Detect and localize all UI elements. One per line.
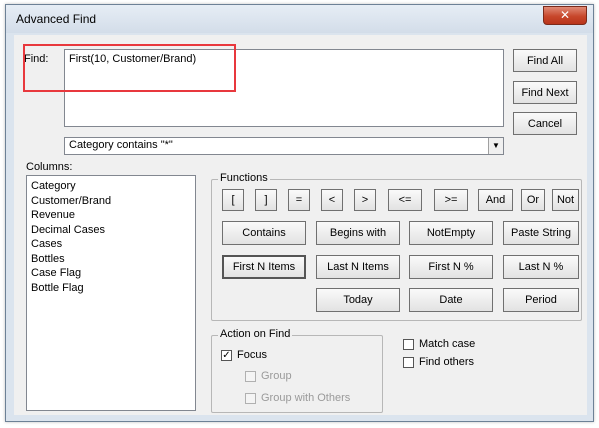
focus-checkbox[interactable]: ✓ [221,350,232,361]
period-button[interactable]: Period [503,288,579,312]
function-button-and[interactable]: And [478,189,513,211]
group-checkbox [245,371,256,382]
function-button-not[interactable]: Not [552,189,579,211]
list-item[interactable]: Revenue [31,208,191,223]
first-n-percent-button[interactable]: First N % [409,255,493,279]
begins-with-button[interactable]: Begins with [316,221,400,245]
group-label: Group [261,370,292,382]
contains-button[interactable]: Contains [222,221,306,245]
columns-label: Columns: [26,161,73,173]
group-with-others-label: Group with Others [261,392,351,404]
list-item[interactable]: Case Flag [31,266,191,281]
columns-list[interactable]: Category Customer/Brand Revenue Decimal … [26,175,196,411]
function-button-less-equal[interactable]: <= [388,189,422,211]
dialog-body: Find: First(10, Customer/Brand) Category… [14,35,587,415]
first-n-items-button[interactable]: First N Items [222,255,306,279]
highlight-box [23,44,236,92]
match-case-label: Match case [419,338,476,350]
functions-label: Functions [218,172,270,184]
expression-combo[interactable]: Category contains "*" ▼ [64,137,504,155]
close-button[interactable]: ✕ [543,6,587,25]
check-icon: ✓ [222,350,231,361]
close-icon: ✕ [559,8,571,22]
focus-label: Focus [237,349,267,361]
chevron-down-icon[interactable]: ▼ [488,138,503,154]
last-n-items-button[interactable]: Last N Items [316,255,400,279]
date-button[interactable]: Date [409,288,493,312]
function-button-less-than[interactable]: < [321,189,343,211]
advanced-find-dialog: Advanced Find ✕ Find: First(10, Customer… [5,4,594,422]
list-item[interactable]: Bottles [31,252,191,267]
function-button-equals[interactable]: = [288,189,310,211]
paste-string-button[interactable]: Paste String [503,221,579,245]
function-button-close-bracket[interactable]: ] [255,189,277,211]
window-title: Advanced Find [16,12,97,26]
list-item[interactable]: Decimal Cases [31,223,191,238]
list-item[interactable]: Customer/Brand [31,194,191,209]
cancel-button[interactable]: Cancel [513,112,577,135]
title-bar: Advanced Find ✕ [6,5,593,33]
action-on-find-label: Action on Find [218,328,293,340]
function-button-greater-than[interactable]: > [354,189,376,211]
last-n-percent-button[interactable]: Last N % [503,255,579,279]
find-next-button[interactable]: Find Next [513,81,577,104]
find-others-label: Find others [419,356,475,368]
list-item[interactable]: Cases [31,237,191,252]
function-button-open-bracket[interactable]: [ [222,189,244,211]
find-others-checkbox[interactable] [403,357,414,368]
function-button-greater-equal[interactable]: >= [434,189,468,211]
list-item[interactable]: Bottle Flag [31,281,191,296]
not-empty-button[interactable]: NotEmpty [409,221,493,245]
group-with-others-checkbox [245,393,256,404]
function-button-or[interactable]: Or [521,189,545,211]
list-item[interactable]: Category [31,179,191,194]
find-all-button[interactable]: Find All [513,49,577,72]
combo-value: Category contains "*" [69,139,173,151]
match-case-checkbox[interactable] [403,339,414,350]
today-button[interactable]: Today [316,288,400,312]
